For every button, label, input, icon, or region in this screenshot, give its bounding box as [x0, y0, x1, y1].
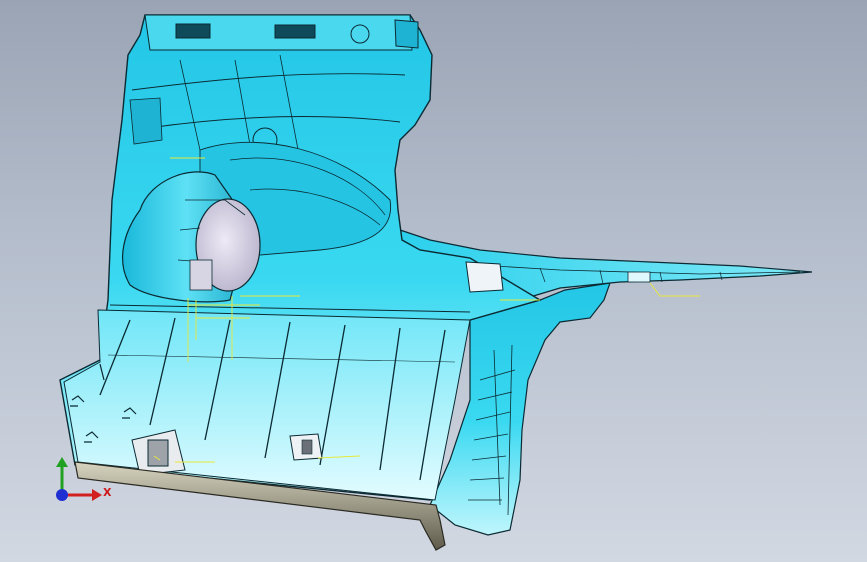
- cad-model[interactable]: [0, 0, 867, 562]
- graphics-viewport[interactable]: X: [0, 0, 867, 562]
- x-axis-label: X: [103, 486, 112, 499]
- small-bracket[interactable]: [289, 433, 323, 461]
- x-axis-head: [92, 489, 102, 501]
- z-axis-dot: [56, 489, 68, 501]
- mounting-clip[interactable]: [465, 261, 504, 293]
- y-axis-head: [56, 457, 68, 467]
- axis-triad: [56, 457, 102, 501]
